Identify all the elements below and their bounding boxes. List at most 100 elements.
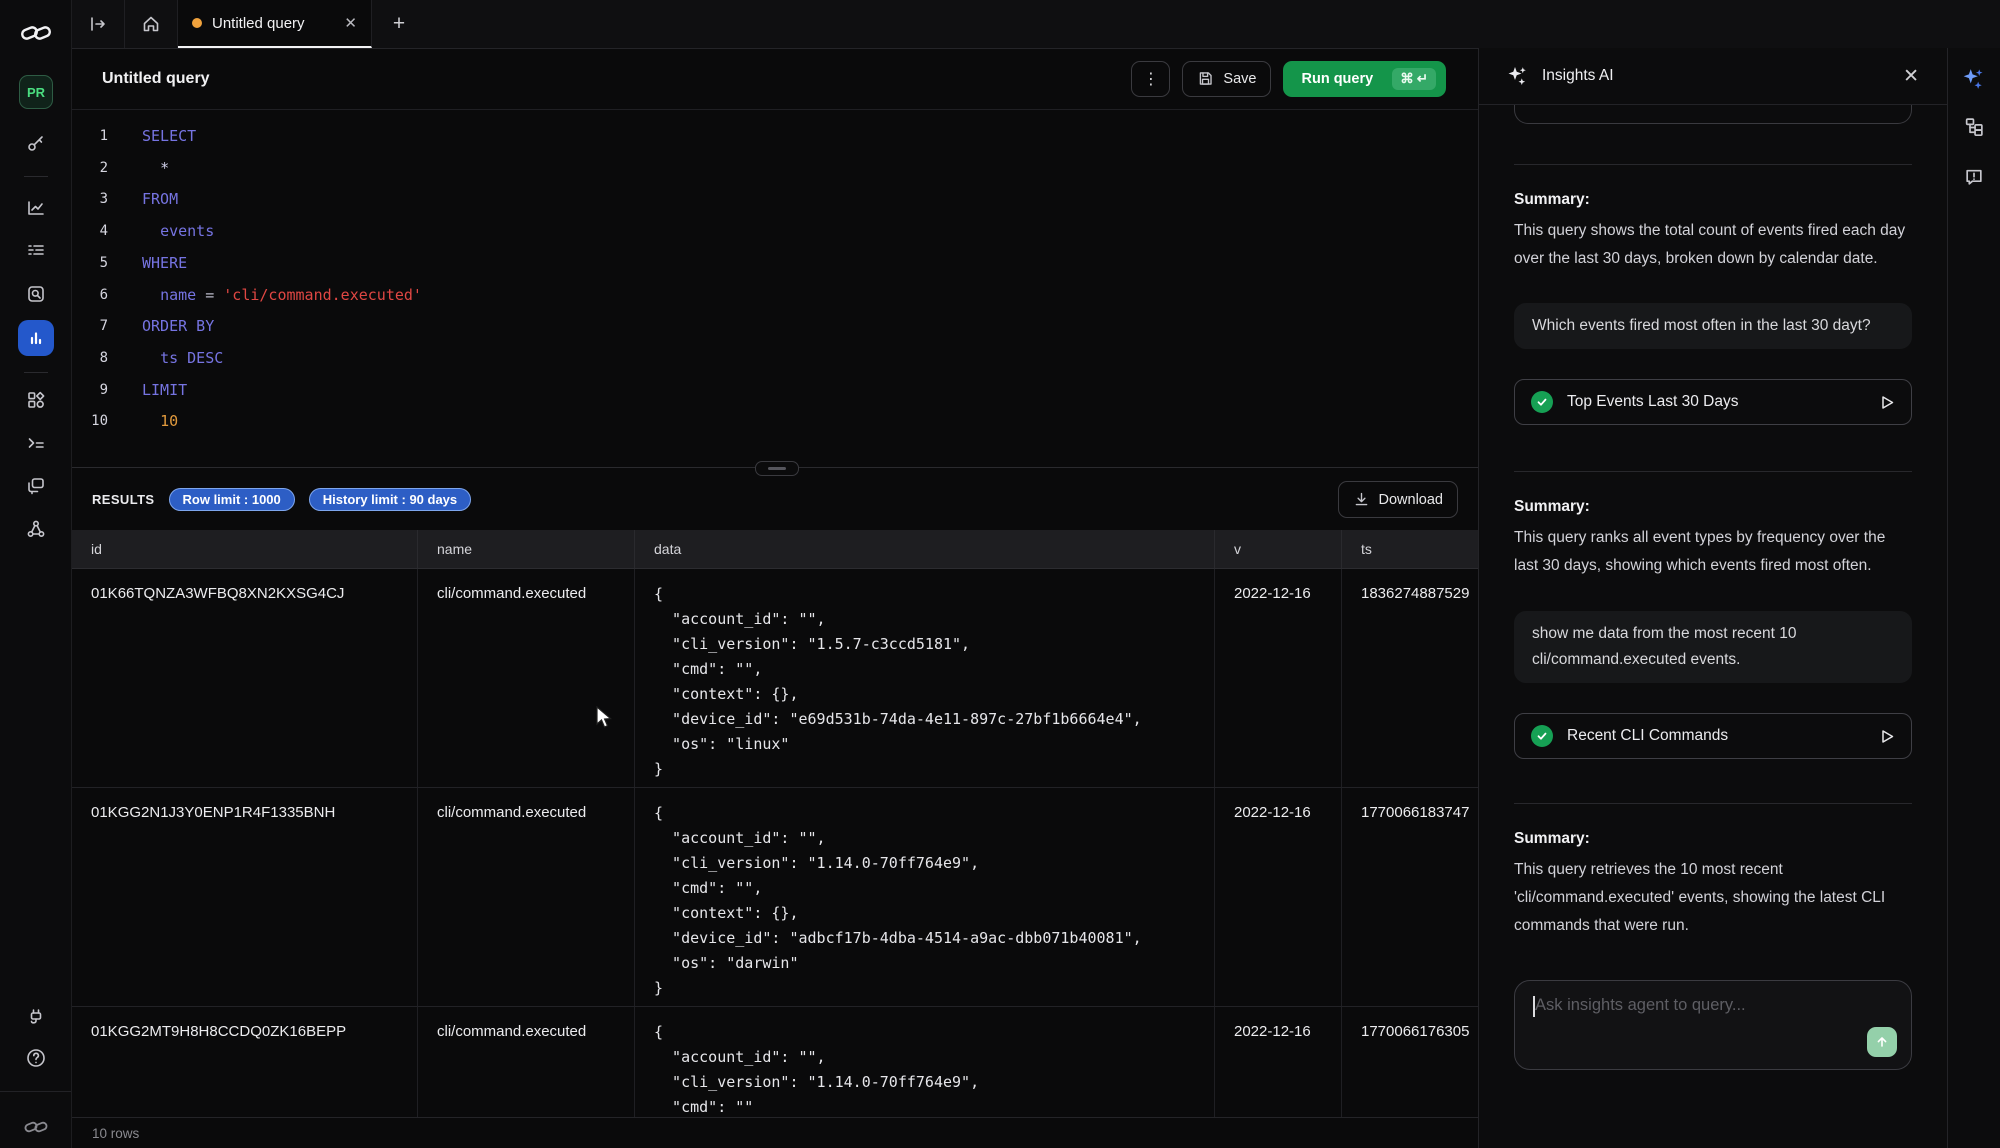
cell-ts: 1770066176305 xyxy=(1342,1007,1478,1117)
workflow-nodes-icon[interactable] xyxy=(26,519,46,539)
editor-line: 1SELECT xyxy=(72,121,1478,153)
code-token: LIMIT xyxy=(142,381,187,399)
line-number: 5 xyxy=(72,248,108,280)
key-icon[interactable] xyxy=(26,133,46,153)
play-icon[interactable] xyxy=(1880,728,1895,745)
run-query-label: Run query xyxy=(1301,71,1373,87)
event-stream-icon[interactable] xyxy=(26,240,46,260)
table-body: 01K66TQNZA3WFBQ8XN2KXSG4CJ cli/command.ex… xyxy=(72,569,1478,1117)
column-header-id[interactable]: id xyxy=(72,530,418,568)
line-chart-icon[interactable] xyxy=(26,198,46,218)
column-header-data[interactable]: data xyxy=(635,530,1215,568)
insights-title: Insights AI xyxy=(1542,67,1614,85)
code-token xyxy=(142,222,160,240)
insights-scroll-area: Summary: This query shows the total coun… xyxy=(1479,105,1947,1148)
editor-line: 9LIMIT xyxy=(72,375,1478,407)
cmd-key-icon: ⌘ xyxy=(1400,71,1414,87)
schema-tree-rail-icon[interactable] xyxy=(1964,117,1985,138)
tab-label: Untitled query xyxy=(212,15,305,32)
cell-name: cli/command.executed xyxy=(418,1007,635,1117)
summary-title: Summary: xyxy=(1514,191,1912,209)
sidebar-divider xyxy=(24,372,48,373)
footer-logo-icon xyxy=(23,1119,49,1136)
results-table: idnamedatavts 01K66TQNZA3WFBQ8XN2KXSG4CJ… xyxy=(72,530,1478,1117)
ask-agent-input[interactable] xyxy=(1515,981,1911,1069)
column-header-ts[interactable]: ts xyxy=(1342,530,1478,568)
action-card-top-events[interactable]: Top Events Last 30 Days xyxy=(1514,379,1912,425)
results-label: RESULTS xyxy=(92,492,155,507)
cell-ts: 1770066183747 xyxy=(1342,788,1478,1006)
row-limit-badge[interactable]: Row limit : 1000 xyxy=(169,488,295,511)
avatar[interactable]: PR xyxy=(19,75,53,109)
table-row[interactable]: 01K66TQNZA3WFBQ8XN2KXSG4CJcli/command.ex… xyxy=(72,569,1478,788)
new-tab-button[interactable]: + xyxy=(372,0,426,48)
toggle-sidebar-button[interactable] xyxy=(72,0,125,48)
code-token xyxy=(142,159,160,177)
tab-close-icon[interactable]: ✕ xyxy=(344,16,357,31)
sql-editor[interactable]: 1SELECT2 *3FROM4 events5WHERE6 name = 'c… xyxy=(72,110,1478,467)
line-number: 7 xyxy=(72,311,108,343)
section-divider xyxy=(1514,471,1912,472)
editor-line: 2 * xyxy=(72,153,1478,185)
user-message: Which events fired most often in the las… xyxy=(1514,303,1912,349)
check-icon xyxy=(1531,725,1553,747)
column-header-name[interactable]: name xyxy=(418,530,635,568)
column-header-v[interactable]: v xyxy=(1215,530,1342,568)
line-number: 1 xyxy=(72,121,108,153)
close-panel-icon[interactable]: ✕ xyxy=(1903,67,1919,86)
bar-chart-nav-active[interactable] xyxy=(18,320,54,356)
plug-icon[interactable] xyxy=(26,1007,46,1027)
cell-id: 01K66TQNZA3WFBQ8XN2KXSG4CJ xyxy=(72,569,418,787)
insights-ai-rail-icon[interactable] xyxy=(1962,67,1986,91)
section-divider xyxy=(1514,164,1912,165)
editor-line: 4 events xyxy=(72,216,1478,248)
feedback-rail-icon[interactable] xyxy=(1964,167,1985,188)
insights-header: Insights AI ✕ xyxy=(1479,48,1947,105)
line-number: 3 xyxy=(72,184,108,216)
history-limit-badge[interactable]: History limit : 90 days xyxy=(309,488,471,511)
apps-grid-icon[interactable] xyxy=(26,390,46,410)
sidebar-divider xyxy=(0,1091,71,1092)
summary-title: Summary: xyxy=(1514,498,1912,516)
action-card-recent-cli[interactable]: Recent CLI Commands xyxy=(1514,713,1912,759)
editor-line: 7 ORDER BY xyxy=(72,311,1478,343)
editor-line: 6 name = 'cli/command.executed' xyxy=(72,280,1478,312)
code-token: ORDER BY xyxy=(142,317,214,335)
code-text: LIMIT xyxy=(142,375,187,407)
text-caret xyxy=(1533,996,1535,1017)
code-token xyxy=(142,412,160,430)
terminal-icon[interactable] xyxy=(26,433,46,453)
save-button[interactable]: Save xyxy=(1182,61,1271,97)
table-row[interactable]: 01KGG2N1J3Y0ENP1R4F1335BNHcli/command.ex… xyxy=(72,788,1478,1007)
action-label: Top Events Last 30 Days xyxy=(1567,393,1738,411)
cell-ts: 1836274887529 xyxy=(1342,569,1478,787)
status-bar: 10 rows xyxy=(72,1117,1478,1148)
summary-title: Summary: xyxy=(1514,830,1912,848)
tab-untitled-query[interactable]: Untitled query ✕ xyxy=(178,0,372,48)
summary-text: This query ranks all event types by freq… xyxy=(1514,524,1912,580)
code-token: name xyxy=(160,286,205,304)
page-title: Untitled query xyxy=(102,70,210,88)
home-button[interactable] xyxy=(125,0,178,48)
more-options-button[interactable]: ⋮ xyxy=(1131,61,1170,97)
code-text: * xyxy=(142,153,169,185)
search-explore-icon[interactable] xyxy=(26,284,46,304)
cell-v: 2022-12-16 xyxy=(1215,788,1342,1006)
help-icon[interactable] xyxy=(25,1047,47,1069)
insights-panel: Insights AI ✕ Summary: This query shows … xyxy=(1478,48,1947,1148)
play-icon[interactable] xyxy=(1880,394,1895,411)
download-button[interactable]: Download xyxy=(1338,481,1459,518)
send-button[interactable] xyxy=(1867,1027,1897,1057)
summary-text: This query retrieves the 10 most recent … xyxy=(1514,856,1912,940)
table-header-row: idnamedatavts xyxy=(72,530,1478,569)
code-token: ts DESC xyxy=(160,349,223,367)
tab-bar: Untitled query ✕ + xyxy=(72,0,2000,49)
right-rail xyxy=(1947,48,2000,1148)
cell-v: 2022-12-16 xyxy=(1215,1007,1342,1117)
table-row[interactable]: 01KGG2MT9H8H8CCDQ0ZK16BEPPcli/command.ex… xyxy=(72,1007,1478,1117)
run-query-button[interactable]: Run query ⌘ ↵ xyxy=(1283,61,1446,97)
editor-line: 8 ts DESC xyxy=(72,343,1478,375)
app-logo-icon[interactable] xyxy=(19,22,53,44)
code-text: name = 'cli/command.executed' xyxy=(142,280,422,312)
windows-icon[interactable] xyxy=(26,476,46,496)
